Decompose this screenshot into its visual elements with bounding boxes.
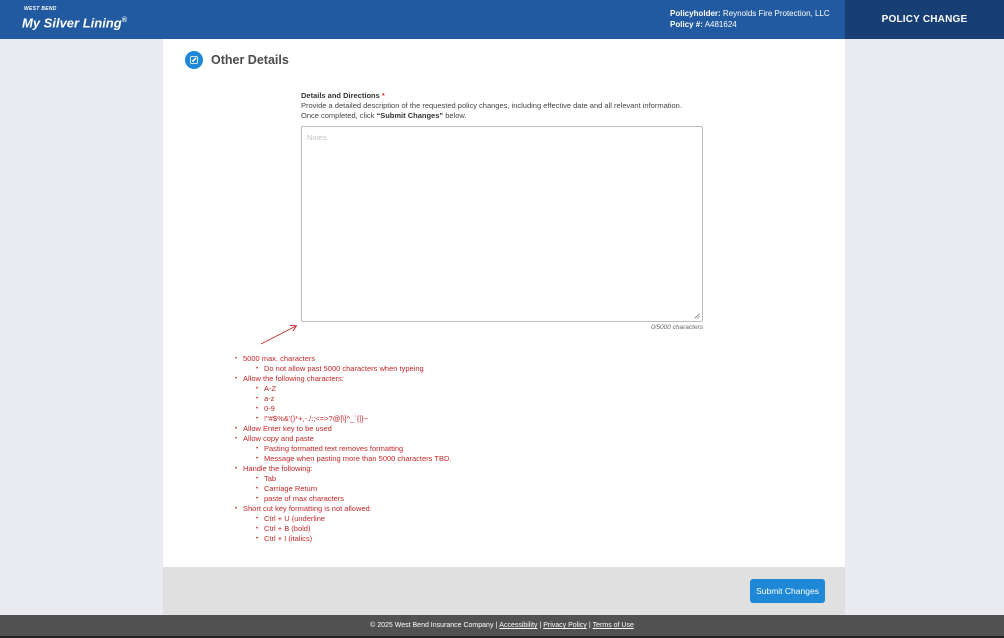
note-text: Ctrl + B (bold) bbox=[264, 524, 311, 533]
footer-separator: | bbox=[539, 622, 542, 629]
help-text-prefix: Provide a detailed description of the re… bbox=[301, 101, 682, 120]
note-subitem: Tab bbox=[256, 474, 451, 484]
note-text: Handle the following: bbox=[243, 464, 313, 473]
note-subitem: A-Z bbox=[256, 384, 451, 394]
note-subitem: Do not allow past 5000 characters when t… bbox=[256, 364, 451, 374]
note-text: Allow Enter key to be used bbox=[243, 424, 332, 433]
help-text-emphasis: “Submit Changes” bbox=[376, 111, 444, 120]
footer-link-accessibility[interactable]: Accessibility bbox=[499, 622, 537, 629]
details-textarea[interactable]: Notes bbox=[301, 126, 703, 322]
field-label: Details and Directions * bbox=[301, 91, 385, 100]
note-text: Pasting formatted text removes formattin… bbox=[264, 444, 404, 453]
note-subitem: Pasting formatted text removes formattin… bbox=[256, 444, 451, 454]
note-text: Carriage Return bbox=[264, 484, 318, 493]
character-counter: 0/5000 characters bbox=[650, 324, 703, 331]
note-text: !"#$%&'()*+,-./:;<=>?@[\]^_`{|}~ bbox=[264, 414, 369, 423]
pencil-icon bbox=[185, 51, 203, 69]
page-type-label: POLICY CHANGE bbox=[881, 14, 968, 25]
note-subitem: paste of max characters bbox=[256, 494, 451, 504]
annotation-arrow-icon bbox=[260, 325, 298, 345]
note-subitem: Ctrl + U (underline bbox=[256, 514, 451, 524]
note-subitem: Ctrl + I (italics) bbox=[256, 534, 451, 544]
note-text: Short cut key formatting is not allowed: bbox=[243, 504, 372, 513]
note-text: Allow copy and paste bbox=[243, 434, 314, 443]
logo-company-name: WEST BEND bbox=[24, 6, 57, 12]
policyholder-line: Policyholder: Reynolds Fire Protection, … bbox=[670, 8, 830, 19]
logo-main-text: My Silver Lining bbox=[22, 15, 122, 31]
policyholder-label: Policyholder: bbox=[670, 9, 721, 18]
note-text: Do not allow past 5000 characters when t… bbox=[264, 364, 424, 373]
field-label-text: Details and Directions bbox=[301, 91, 380, 100]
footer-separator: | bbox=[588, 622, 591, 629]
note-item: 5000 max. characters Do not allow past 5… bbox=[235, 354, 451, 374]
note-text: Message when pasting more than 5000 char… bbox=[264, 454, 452, 463]
note-item: Allow Enter key to be used bbox=[235, 424, 451, 434]
page-footer: © 2025 West Bend Insurance Company | Acc… bbox=[0, 615, 1004, 636]
footer-separator: | bbox=[495, 622, 498, 629]
logo-registered-mark: ® bbox=[121, 17, 127, 24]
policy-number-label: Policy #: bbox=[670, 20, 703, 29]
main-card: Other Details Details and Directions * P… bbox=[163, 39, 845, 567]
footer-copyright: © 2025 West Bend Insurance Company bbox=[370, 622, 494, 629]
note-item: Allow copy and paste Pasting formatted t… bbox=[235, 434, 451, 464]
note-text: 5000 max. characters bbox=[243, 354, 316, 363]
section-title: Other Details bbox=[211, 53, 289, 67]
page-type-banner: POLICY CHANGE bbox=[845, 0, 1004, 39]
logo-product-name: My Silver Lining® bbox=[22, 13, 127, 31]
note-text: Ctrl + I (italics) bbox=[264, 534, 313, 543]
top-header: WEST BEND My Silver Lining® Policyholder… bbox=[0, 0, 1004, 39]
note-text: Ctrl + U (underline bbox=[264, 514, 326, 523]
policy-info: Policyholder: Reynolds Fire Protection, … bbox=[670, 8, 830, 30]
policyholder-value: Reynolds Fire Protection, LLC bbox=[722, 9, 830, 18]
note-text: A-Z bbox=[264, 384, 277, 393]
textarea-placeholder: Notes bbox=[307, 133, 327, 142]
note-text: Allow the following characters: bbox=[243, 374, 344, 383]
policy-number-line: Policy #: A481624 bbox=[670, 19, 830, 30]
note-item: Short cut key formatting is not allowed:… bbox=[235, 504, 451, 544]
action-bar: Submit Changes bbox=[163, 567, 845, 615]
submit-changes-button[interactable]: Submit Changes bbox=[750, 579, 825, 603]
resize-handle-icon[interactable] bbox=[694, 313, 700, 319]
required-marker: * bbox=[381, 91, 385, 100]
annotation-notes: 5000 max. characters Do not allow past 5… bbox=[235, 354, 451, 544]
note-text: a-z bbox=[264, 394, 275, 403]
note-text: paste of max characters bbox=[264, 494, 345, 503]
note-subitem: Ctrl + B (bold) bbox=[256, 524, 451, 534]
note-item: Handle the following: Tab Carriage Retur… bbox=[235, 464, 451, 504]
note-text: Tab bbox=[264, 474, 277, 483]
note-text: 0-9 bbox=[264, 404, 275, 413]
brand-logo[interactable]: WEST BEND My Silver Lining® bbox=[22, 6, 127, 31]
help-text-suffix: below. bbox=[443, 111, 467, 120]
note-subitem: Message when pasting more than 5000 char… bbox=[256, 454, 451, 464]
note-subitem: a-z bbox=[256, 394, 451, 404]
footer-link-terms[interactable]: Terms of Use bbox=[593, 622, 634, 629]
note-subitem: !"#$%&'()*+,-./:;<=>?@[\]^_`{|}~ bbox=[256, 414, 451, 424]
policy-number-value: A481624 bbox=[704, 20, 737, 29]
footer-link-privacy[interactable]: Privacy Policy bbox=[543, 622, 587, 629]
note-subitem: Carriage Return bbox=[256, 484, 451, 494]
field-help-text: Provide a detailed description of the re… bbox=[301, 101, 701, 121]
note-item: Allow the following characters: A-Z a-z … bbox=[235, 374, 451, 424]
note-subitem: 0-9 bbox=[256, 404, 451, 414]
